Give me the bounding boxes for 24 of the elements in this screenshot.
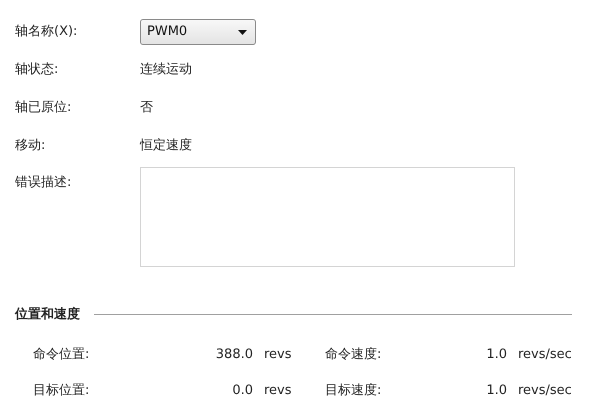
caret-icon xyxy=(238,30,247,34)
reading-unit: revs/sec xyxy=(518,346,572,364)
field-label: 轴状态: xyxy=(15,61,60,80)
reading-unit: revs/sec xyxy=(518,382,572,400)
field-value: 连续运动 xyxy=(140,61,192,80)
field-value: 否 xyxy=(140,99,153,118)
field-label: 移动: xyxy=(15,137,46,156)
reading-value: 388.0 xyxy=(214,346,253,364)
reading-unit: revs xyxy=(264,382,292,400)
reading-label: 命令速度: xyxy=(325,346,382,364)
field-label: 轴名称(X): xyxy=(15,23,78,42)
error-text-area[interactable] xyxy=(140,167,515,267)
field-value: 恒定速度 xyxy=(140,137,192,156)
reading-label: 目标位置: xyxy=(33,382,90,400)
reading-label: 命令位置: xyxy=(33,346,90,364)
field-label: 错误描述: xyxy=(15,174,72,192)
section-title: 位置和速度 xyxy=(15,306,80,324)
reading-value: 1.0 xyxy=(485,382,507,400)
reading-unit: revs xyxy=(264,346,292,364)
reading-value: 0.0 xyxy=(231,382,253,400)
axis-dropdown[interactable]: PWM0 xyxy=(140,19,256,45)
field-label: 轴已原位: xyxy=(15,99,72,118)
reading-label: 目标速度: xyxy=(325,382,382,400)
reading-value: 1.0 xyxy=(485,346,507,364)
